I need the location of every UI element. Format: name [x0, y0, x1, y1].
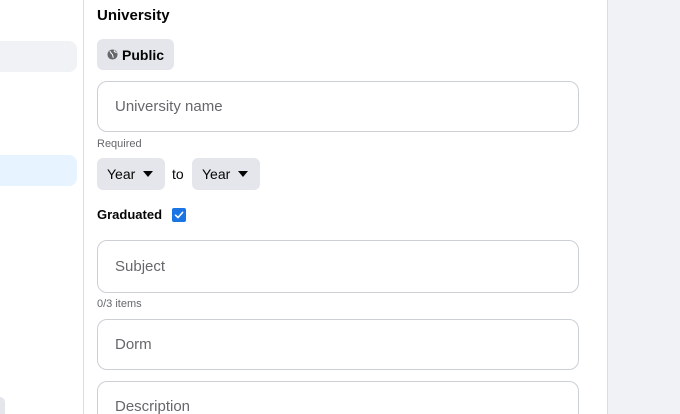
end-year-dropdown[interactable]: Year	[192, 158, 260, 190]
caret-down-icon	[238, 171, 249, 177]
caret-down-icon	[143, 171, 154, 177]
year-range-separator: to	[172, 166, 184, 182]
description-field[interactable]	[97, 381, 579, 414]
university-name-field[interactable]	[97, 81, 579, 132]
checkmark-icon	[174, 211, 184, 219]
page: University Public Required Year to Year …	[0, 0, 680, 414]
sidebar	[0, 0, 83, 414]
section-title: University	[97, 7, 170, 24]
subject-input[interactable]	[113, 257, 578, 276]
subject-count-helper: 0/3 items	[97, 298, 142, 310]
sidebar-item-active[interactable]	[0, 155, 77, 186]
dorm-input[interactable]	[113, 335, 578, 354]
globe-icon	[107, 49, 118, 60]
graduated-checkbox[interactable]	[172, 208, 186, 222]
sidebar-item[interactable]	[0, 41, 77, 72]
required-helper: Required	[97, 138, 142, 150]
start-year-dropdown[interactable]: Year	[97, 158, 165, 190]
subject-field[interactable]	[97, 240, 579, 293]
graduated-label: Graduated	[97, 207, 163, 222]
description-input[interactable]	[113, 397, 578, 414]
dorm-field[interactable]	[97, 319, 579, 370]
privacy-label: Public	[122, 46, 165, 63]
sidebar-item[interactable]	[0, 397, 5, 414]
end-year-label: Year	[202, 166, 231, 182]
privacy-button[interactable]: Public	[97, 39, 175, 70]
university-name-input[interactable]	[113, 97, 578, 116]
education-form-panel: University Public Required Year to Year …	[84, 0, 607, 414]
panel-border	[607, 0, 608, 414]
start-year-label: Year	[107, 166, 136, 182]
